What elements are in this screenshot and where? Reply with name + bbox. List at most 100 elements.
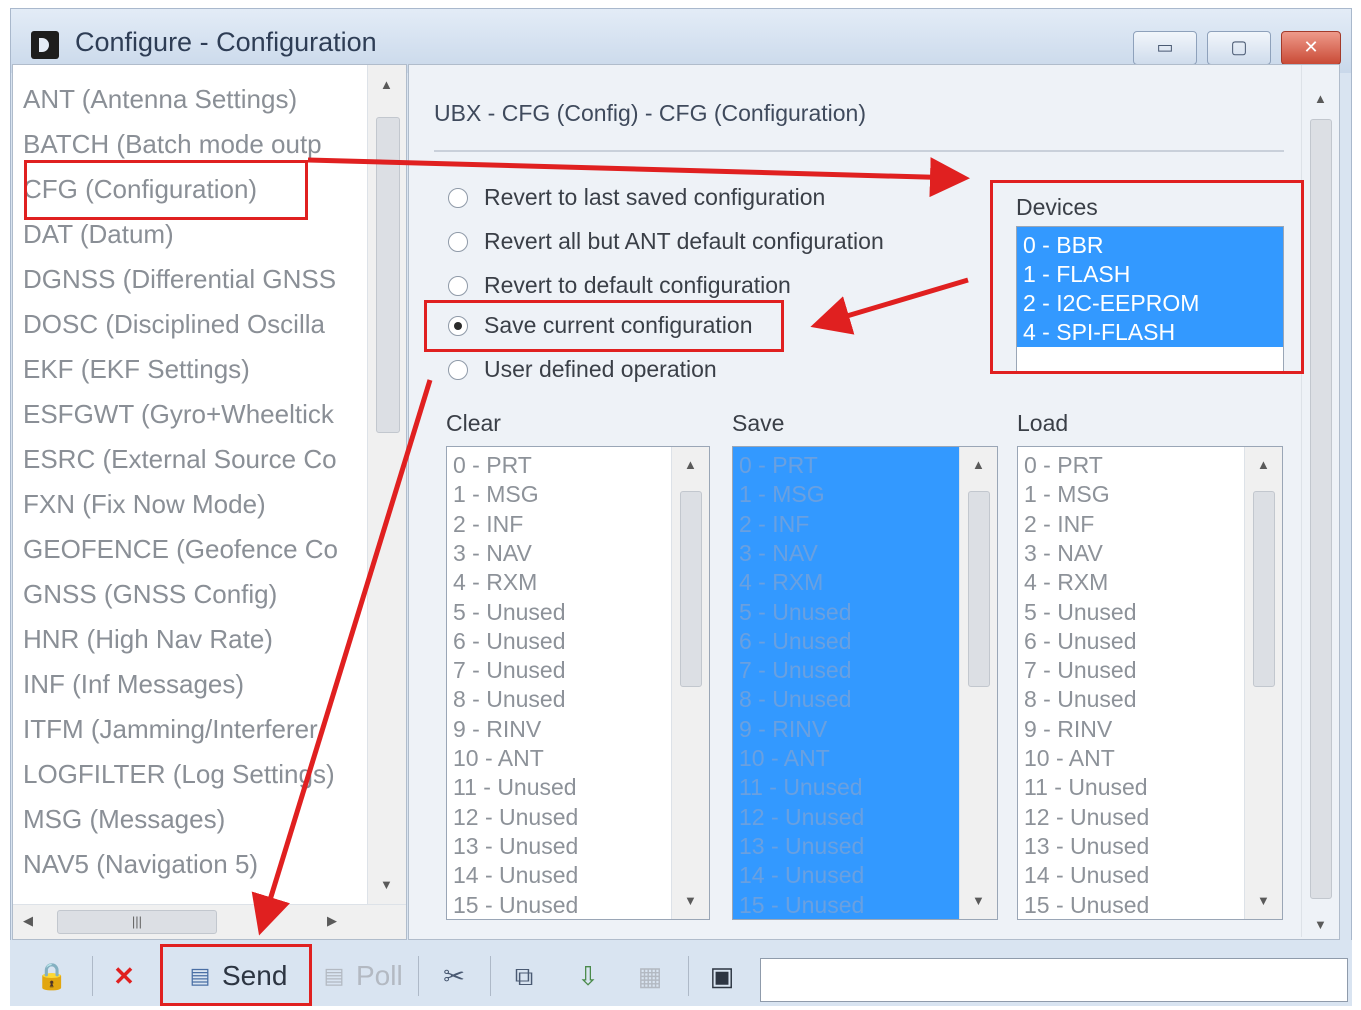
load-list-item[interactable]: 0 - PRT — [1024, 451, 1103, 480]
message-list-item[interactable]: FXN (Fix Now Mode) — [23, 484, 266, 524]
scroll-down-arrow-icon[interactable]: ▼ — [1314, 917, 1327, 932]
scroll-down-arrow-icon[interactable]: ▼ — [684, 893, 697, 908]
save-list-item[interactable]: 10 - ANT — [739, 744, 830, 773]
maximize-button[interactable]: ▢ — [1207, 31, 1271, 65]
save-list-item[interactable]: 7 - Unused — [739, 656, 852, 685]
clear-list-item[interactable]: 0 - PRT — [453, 451, 532, 480]
scroll-thumb[interactable] — [968, 491, 990, 687]
radio-option-label[interactable]: User defined operation — [484, 356, 717, 383]
radio-option[interactable] — [448, 232, 468, 252]
load-list-item[interactable]: 7 - Unused — [1024, 656, 1137, 685]
clear-list-item[interactable]: 8 - Unused — [453, 685, 566, 714]
monitor-icon[interactable]: ▣ — [704, 958, 740, 994]
scroll-right-arrow-icon[interactable]: ▶ — [327, 913, 337, 929]
scroll-down-arrow-icon[interactable]: ▼ — [972, 893, 985, 908]
message-list-item[interactable]: DGNSS (Differential GNSS — [23, 259, 336, 299]
load-list-item[interactable]: 8 - Unused — [1024, 685, 1137, 714]
load-list-item[interactable]: 6 - Unused — [1024, 627, 1137, 656]
scroll-down-arrow-icon[interactable]: ▼ — [1257, 893, 1270, 908]
load-list-item[interactable]: 11 - Unused — [1024, 773, 1148, 802]
message-list-item[interactable]: ITFM (Jamming/Interferer — [23, 709, 318, 749]
radio-option-label[interactable]: Revert all but ANT default configuration — [484, 228, 884, 255]
clear-list-item[interactable]: 2 - INF — [453, 510, 523, 539]
tools-icon[interactable]: ✂ — [436, 958, 472, 994]
scroll-thumb[interactable] — [376, 117, 400, 433]
save-list-item[interactable]: 12 - Unused — [739, 803, 864, 832]
load-list-item[interactable]: 12 - Unused — [1024, 803, 1149, 832]
list-vscrollbar[interactable]: ▲ ▼ — [959, 447, 997, 919]
load-list-item[interactable]: 4 - RXM — [1024, 568, 1108, 597]
save-list-item[interactable]: 8 - Unused — [739, 685, 852, 714]
import-icon[interactable]: ⇩ — [570, 958, 606, 994]
load-list-item[interactable]: 5 - Unused — [1024, 598, 1137, 627]
clear-list-item[interactable]: 9 - RINV — [453, 715, 541, 744]
message-list-hscrollbar[interactable]: ◀ ||| ▶ — [13, 904, 406, 939]
message-list-item[interactable]: BATCH (Batch mode outp — [23, 124, 322, 164]
message-list-item[interactable]: INF (Inf Messages) — [23, 664, 244, 704]
lock-icon[interactable]: 🔒 — [34, 958, 70, 994]
list-vscrollbar[interactable]: ▲ ▼ — [671, 447, 709, 919]
radio-option-label[interactable]: Revert to default configuration — [484, 272, 791, 299]
hscroll-thumb[interactable]: ||| — [57, 910, 217, 934]
clear-list-item[interactable]: 5 - Unused — [453, 598, 566, 627]
scroll-down-arrow-icon[interactable]: ▼ — [380, 877, 393, 892]
scroll-thumb[interactable] — [1253, 491, 1275, 687]
message-list-item[interactable]: MSG (Messages) — [23, 799, 225, 839]
message-list-item[interactable]: GNSS (GNSS Config) — [23, 574, 277, 614]
save-listbox[interactable]: 0 - PRT 1 - MSG 2 - INF 3 - NAV 4 - RXM 5 - U… — [732, 446, 998, 920]
message-list-item[interactable]: EKF (EKF Settings) — [23, 349, 250, 389]
load-list-item[interactable]: 10 - ANT — [1024, 744, 1115, 773]
load-list-item[interactable]: 9 - RINV — [1024, 715, 1112, 744]
message-list-item[interactable]: ESFGWT (Gyro+Wheeltick — [23, 394, 334, 434]
save-list-item[interactable]: 9 - RINV — [739, 715, 827, 744]
save-list-item[interactable]: 15 - Unused — [739, 891, 864, 920]
scroll-up-arrow-icon[interactable]: ▲ — [684, 457, 697, 472]
save-list-item[interactable]: 5 - Unused — [739, 598, 852, 627]
radio-option[interactable] — [448, 276, 468, 296]
message-list-item[interactable]: DOSC (Disciplined Oscilla — [23, 304, 325, 344]
clear-list-item[interactable]: 15 - Unused — [453, 891, 578, 920]
save-list-item[interactable]: 2 - INF — [739, 510, 809, 539]
load-list-item[interactable]: 1 - MSG — [1024, 480, 1110, 509]
scroll-thumb[interactable] — [1310, 119, 1332, 899]
poll-button-label[interactable]: Poll — [356, 958, 403, 994]
load-list-item[interactable]: 13 - Unused — [1024, 832, 1149, 861]
scroll-left-arrow-icon[interactable]: ◀ — [23, 913, 33, 929]
copy-icon[interactable]: ⧉ — [506, 958, 542, 994]
save-list-item[interactable]: 13 - Unused — [739, 832, 864, 861]
message-list-item[interactable]: LOGFILTER (Log Settings) — [23, 754, 335, 794]
message-list-item[interactable]: ANT (Antenna Settings) — [23, 79, 297, 119]
scroll-up-arrow-icon[interactable]: ▲ — [972, 457, 985, 472]
cancel-x-icon[interactable]: ✕ — [106, 958, 142, 994]
message-list-item[interactable]: HNR (High Nav Rate) — [23, 619, 273, 659]
save-list-item[interactable]: 4 - RXM — [739, 568, 823, 597]
save-list-item[interactable]: 0 - PRT — [739, 451, 818, 480]
save-list-item[interactable]: 14 - Unused — [739, 861, 864, 890]
scroll-up-arrow-icon[interactable]: ▲ — [380, 77, 393, 92]
close-button[interactable]: ✕ — [1281, 31, 1341, 65]
message-list-item[interactable]: NAV5 (Navigation 5) — [23, 844, 258, 884]
clear-list-item[interactable]: 1 - MSG — [453, 480, 539, 509]
clear-list-item[interactable]: 10 - ANT — [453, 744, 544, 773]
load-list-item[interactable]: 3 - NAV — [1024, 539, 1103, 568]
clear-list-item[interactable]: 11 - Unused — [453, 773, 577, 802]
clear-list-item[interactable]: 7 - Unused — [453, 656, 566, 685]
save-list-item[interactable]: 11 - Unused — [739, 773, 863, 802]
config-panel-vscrollbar[interactable]: ▲ ▼ — [1301, 65, 1338, 937]
message-list-item[interactable]: ESRC (External Source Co — [23, 439, 337, 479]
load-listbox[interactable]: 0 - PRT 1 - MSG 2 - INF 3 - NAV 4 - RXM 5 - U… — [1017, 446, 1283, 920]
clear-list-item[interactable]: 14 - Unused — [453, 861, 578, 890]
radio-option[interactable] — [448, 360, 468, 380]
scroll-up-arrow-icon[interactable]: ▲ — [1314, 91, 1327, 106]
message-list-item[interactable]: DAT (Datum) — [23, 214, 174, 254]
radio-option-label[interactable]: Revert to last saved configuration — [484, 184, 825, 211]
load-list-item[interactable]: 15 - Unused — [1024, 891, 1149, 920]
message-list-item[interactable]: GEOFENCE (Geofence Co — [23, 529, 338, 569]
scroll-up-arrow-icon[interactable]: ▲ — [1257, 457, 1270, 472]
clear-list-item[interactable]: 4 - RXM — [453, 568, 537, 597]
clear-list-item[interactable]: 13 - Unused — [453, 832, 578, 861]
grid-icon[interactable]: ▦ — [632, 958, 668, 994]
clear-list-item[interactable]: 12 - Unused — [453, 803, 578, 832]
minimize-button[interactable]: ▭ — [1133, 31, 1197, 65]
message-list-vscrollbar[interactable]: ▲ ▼ — [367, 65, 406, 905]
